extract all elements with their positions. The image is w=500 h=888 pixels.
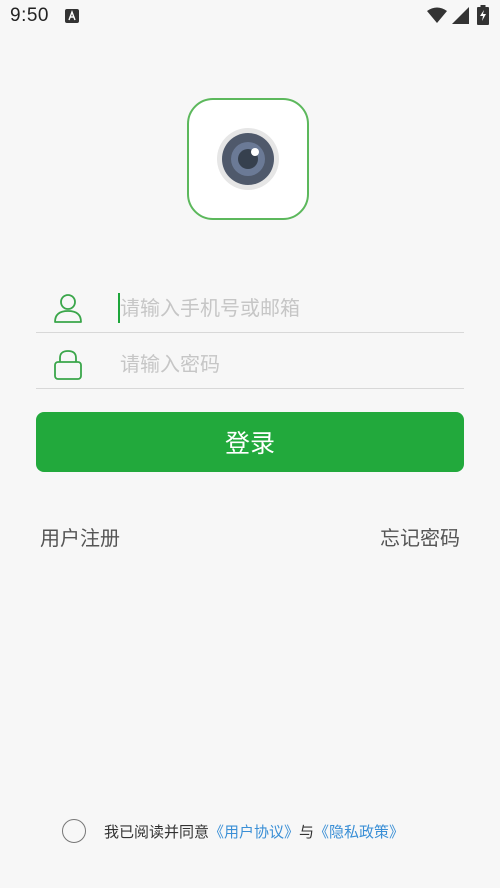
- notification-a-icon: [65, 9, 79, 23]
- status-time: 9:50: [10, 5, 49, 26]
- user-icon: [54, 294, 82, 323]
- password-field: [36, 340, 464, 389]
- signal-icon: [452, 7, 469, 24]
- forgot-password-link[interactable]: 忘记密码: [380, 522, 460, 551]
- agree-checkbox[interactable]: [62, 819, 86, 843]
- account-field: [36, 284, 464, 333]
- camera-lens-icon: [217, 128, 279, 190]
- agreement-conjunction: 与: [299, 822, 315, 841]
- lock-icon: [54, 350, 82, 380]
- wifi-icon: [427, 7, 447, 23]
- password-input[interactable]: [120, 348, 450, 380]
- login-button[interactable]: 登录: [36, 412, 464, 472]
- account-input[interactable]: [120, 292, 450, 324]
- app-logo: [187, 98, 309, 220]
- register-link[interactable]: 用户注册: [40, 522, 120, 551]
- agreement-prefix: 我已阅读并同意: [104, 822, 210, 841]
- agreement-row: 我已阅读并同意 《用户协议》 与 《隐私政策》: [62, 817, 404, 845]
- battery-charging-icon: [477, 5, 489, 25]
- privacy-policy-link[interactable]: 《隐私政策》: [314, 821, 404, 842]
- status-bar: 9:50: [0, 0, 500, 34]
- user-agreement-link[interactable]: 《用户协议》: [209, 821, 299, 842]
